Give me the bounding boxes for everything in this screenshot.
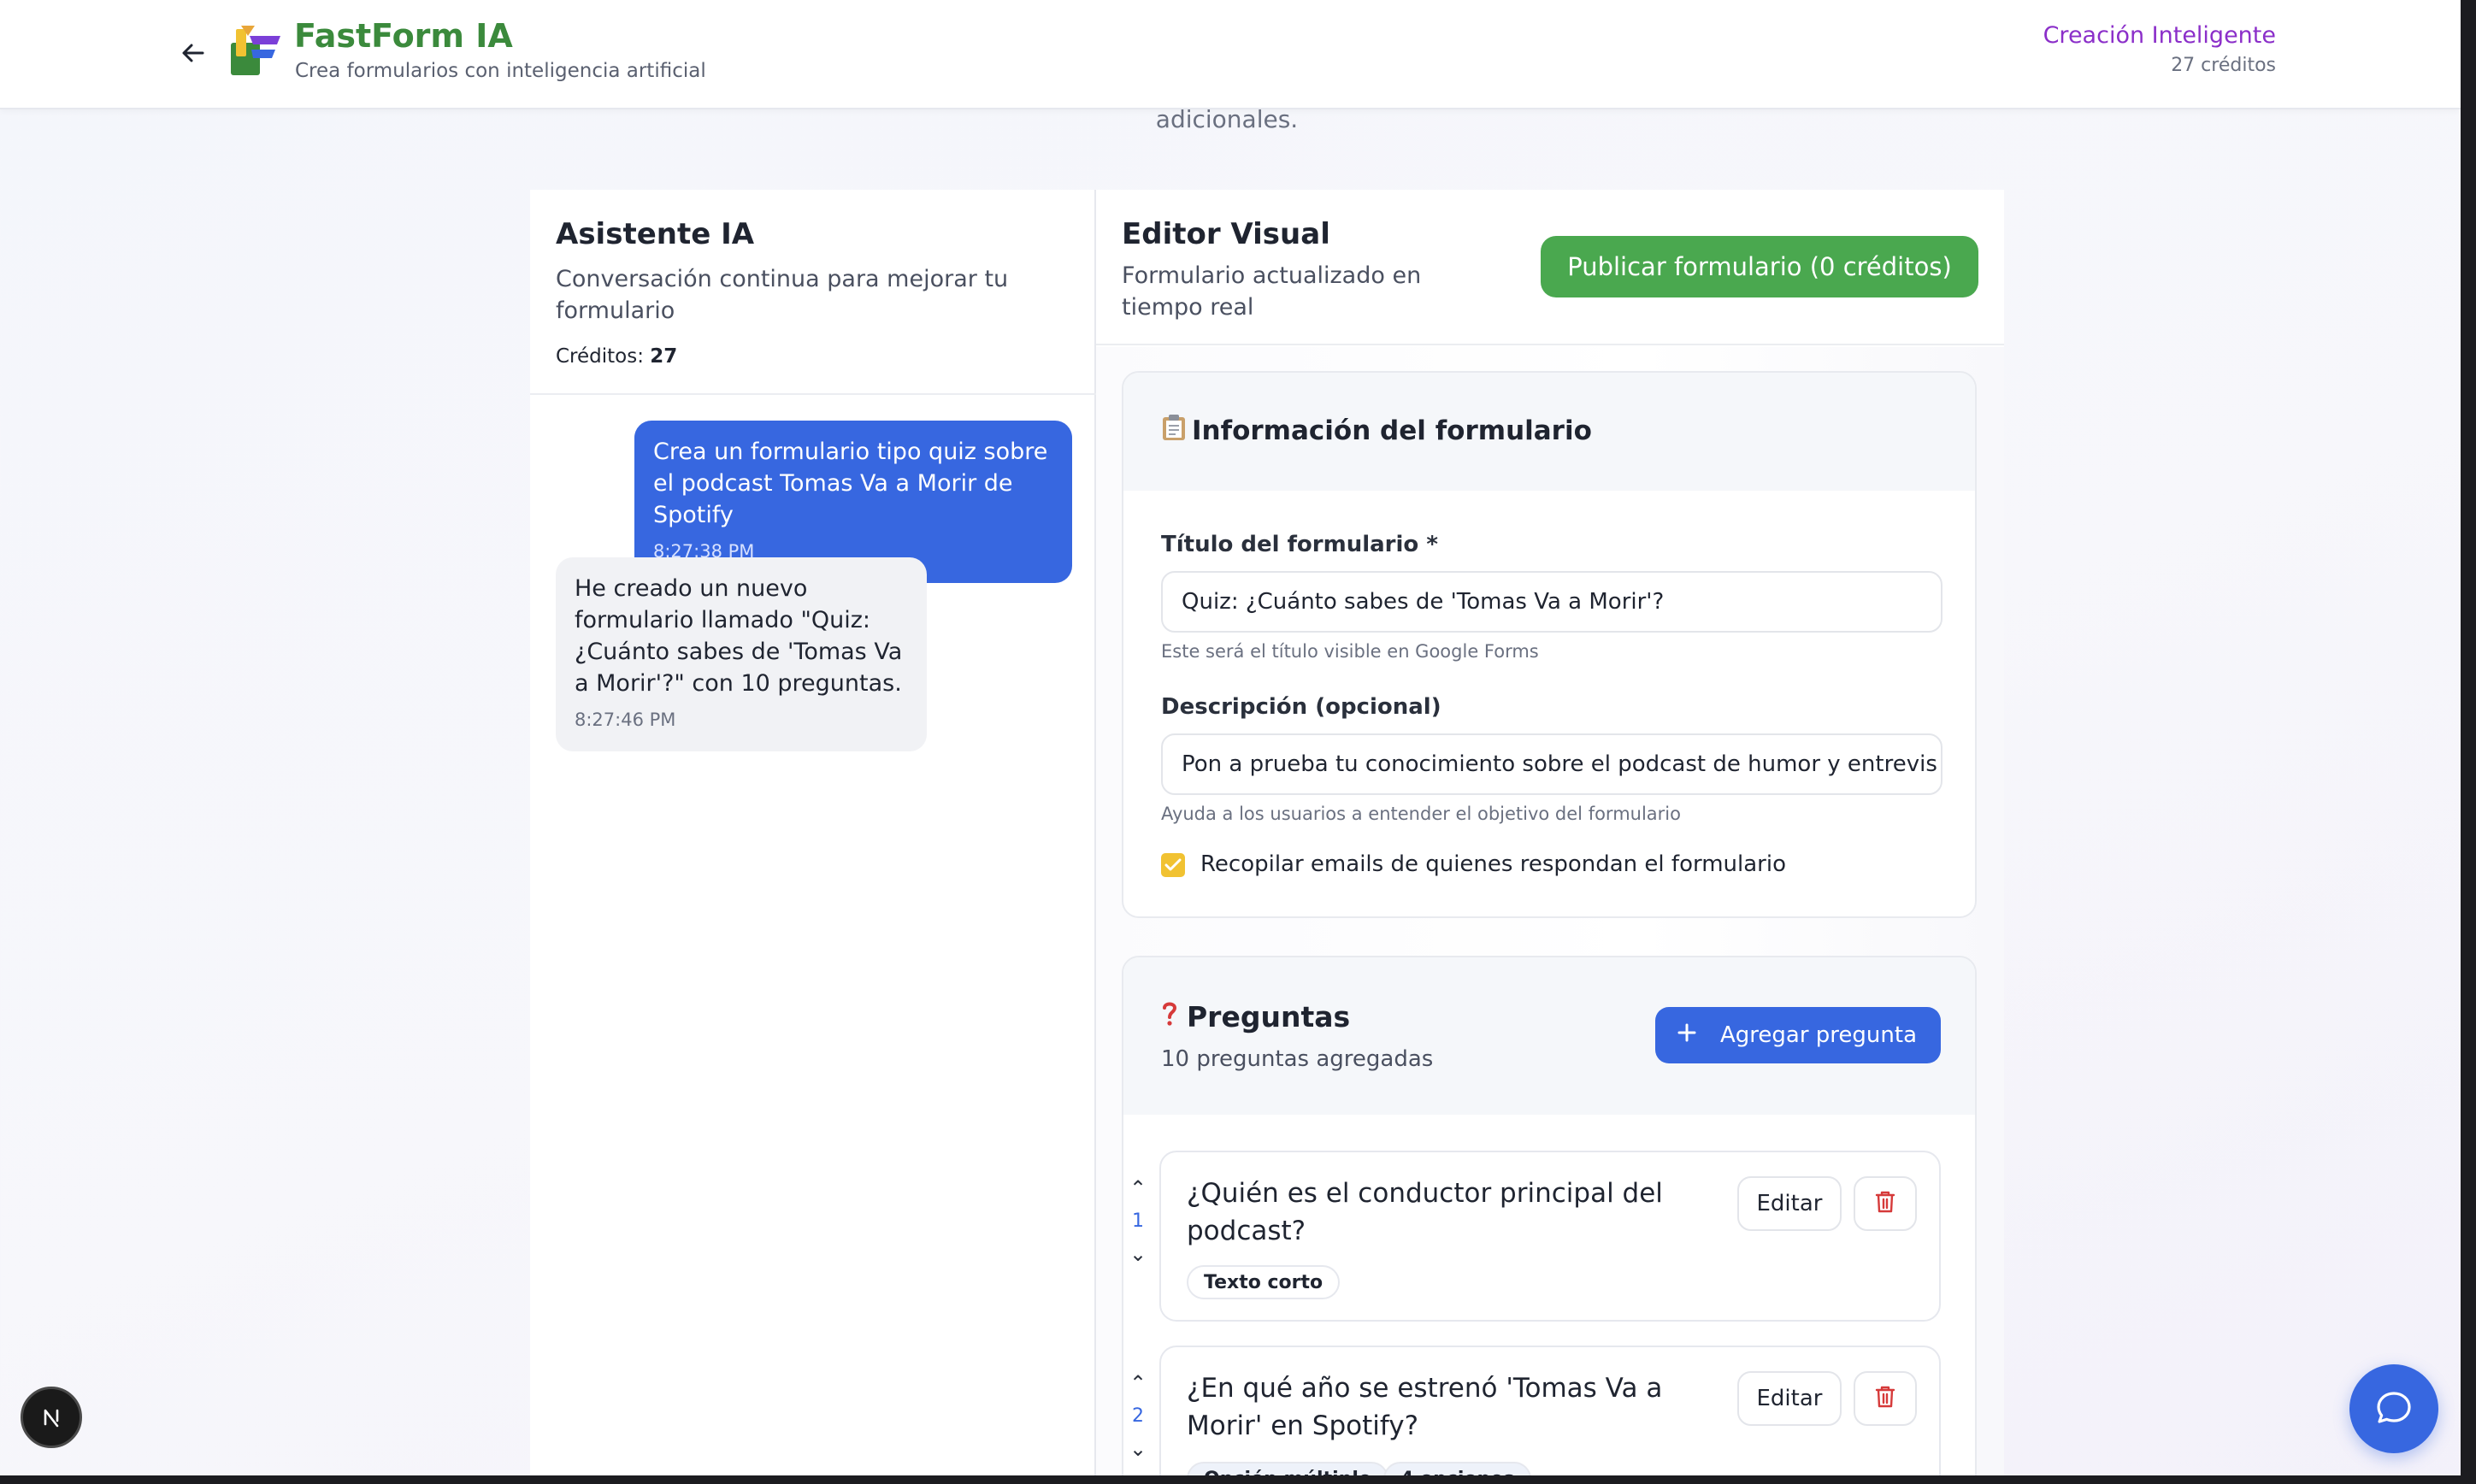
question-item[interactable]: ¿En qué año se estrenó 'Tomas Va a Morir… — [1159, 1346, 1941, 1484]
credits-label: Créditos: — [556, 345, 644, 368]
questions-count: 10 preguntas agregadas — [1161, 1046, 1434, 1072]
back-arrow-icon[interactable] — [176, 36, 210, 70]
form-description-help: Ayuda a los usuarios a entender el objet… — [1161, 804, 1681, 824]
form-info-header: Información del formulario — [1123, 373, 1975, 491]
question-number: 1 — [1132, 1210, 1144, 1232]
trash-icon — [1875, 1190, 1895, 1217]
add-question-label: Agregar pregunta — [1720, 1022, 1918, 1048]
window-edge — [2461, 0, 2476, 1484]
question-text: ¿En qué año se estrenó 'Tomas Va a Morir… — [1187, 1373, 1663, 1441]
plus-icon — [1677, 1022, 1696, 1048]
delete-question-button[interactable] — [1854, 1176, 1917, 1231]
question-order-controls: ⌃ 1 ⌄ — [1125, 1178, 1151, 1264]
credits-value: 27 — [650, 345, 678, 368]
question-item[interactable]: ¿Quién es el conductor principal del pod… — [1159, 1151, 1941, 1322]
edit-question-button[interactable]: Editar — [1737, 1371, 1842, 1426]
form-info-heading: Información del formulario — [1161, 414, 1592, 448]
move-up-icon[interactable]: ⌃ — [1125, 1373, 1151, 1393]
question-text: ¿Quién es el conductor principal del pod… — [1187, 1178, 1663, 1246]
form-title-help: Este será el título visible en Google Fo… — [1161, 641, 1539, 662]
app-header: FastForm IA Crea formularios con intelig… — [0, 0, 2461, 109]
form-info-heading-text: Información del formulario — [1192, 415, 1592, 446]
editor-header: Editor Visual Formulario actualizado en … — [1096, 190, 2004, 345]
message-text: Crea un formulario tipo quiz sobre el po… — [653, 439, 1048, 528]
window-edge — [0, 1475, 2476, 1484]
message-text: He creado un nuevo formulario llamado "Q… — [575, 575, 903, 697]
move-down-icon[interactable]: ⌄ — [1125, 1439, 1151, 1459]
form-description-label: Descripción (opcional) — [1161, 694, 1441, 720]
publish-form-button[interactable]: Publicar formulario (0 créditos) — [1541, 236, 1978, 297]
delete-question-button[interactable] — [1854, 1371, 1917, 1426]
collect-emails-checkbox[interactable] — [1161, 853, 1185, 877]
form-info-card: Información del formulario Título del fo… — [1122, 371, 1977, 918]
header-mode-title: Creación Inteligente — [2043, 22, 2276, 49]
move-down-icon[interactable]: ⌄ — [1125, 1244, 1151, 1264]
editor-title: Editor Visual — [1122, 217, 1330, 251]
questions-heading-text: Preguntas — [1187, 1000, 1351, 1034]
trash-icon — [1875, 1385, 1895, 1412]
question-number: 2 — [1132, 1405, 1144, 1427]
edit-question-button[interactable]: Editar — [1737, 1176, 1842, 1231]
assistant-subtitle: Conversación continua para mejorar tu fo… — [556, 266, 1009, 324]
chat-bubble-icon[interactable] — [2349, 1364, 2438, 1453]
fastform-logo-icon — [229, 24, 284, 77]
assistant-title: Asistente IA — [556, 217, 755, 251]
collect-emails-label: Recopilar emails de quienes respondan el… — [1200, 851, 1786, 877]
add-question-button[interactable]: Agregar pregunta — [1655, 1007, 1941, 1063]
form-title-input[interactable]: Quiz: ¿Cuánto sabes de 'Tomas Va a Morir… — [1161, 571, 1942, 633]
brand-name: FastForm IA — [294, 17, 513, 55]
assistant-message: He creado un nuevo formulario llamado "Q… — [556, 557, 927, 751]
next-dev-badge-icon[interactable] — [21, 1387, 82, 1448]
question-mark-icon — [1161, 1000, 1178, 1034]
assistant-header: Asistente IA Conversación continua para … — [530, 190, 1096, 395]
form-description-input[interactable]: Pon a prueba tu conocimiento sobre el po… — [1161, 733, 1942, 795]
form-title-label: Título del formulario * — [1161, 532, 1438, 557]
editor-subtitle: Formulario actualizado en tiempo real — [1122, 262, 1422, 321]
brand-tagline: Crea formularios con inteligencia artifi… — [295, 60, 706, 82]
clipboard-icon — [1161, 414, 1187, 448]
assistant-credits: Créditos: 27 — [556, 345, 677, 368]
questions-heading: Preguntas — [1161, 1000, 1350, 1034]
assistant-panel: Asistente IA Conversación continua para … — [530, 190, 1096, 1475]
question-type-tag: Texto corto — [1187, 1265, 1341, 1299]
move-up-icon[interactable]: ⌃ — [1125, 1178, 1151, 1198]
message-time: 8:27:46 PM — [575, 710, 676, 730]
header-credits: 27 créditos — [2171, 55, 2276, 76]
question-order-controls: ⌃ 2 ⌄ — [1125, 1373, 1151, 1459]
